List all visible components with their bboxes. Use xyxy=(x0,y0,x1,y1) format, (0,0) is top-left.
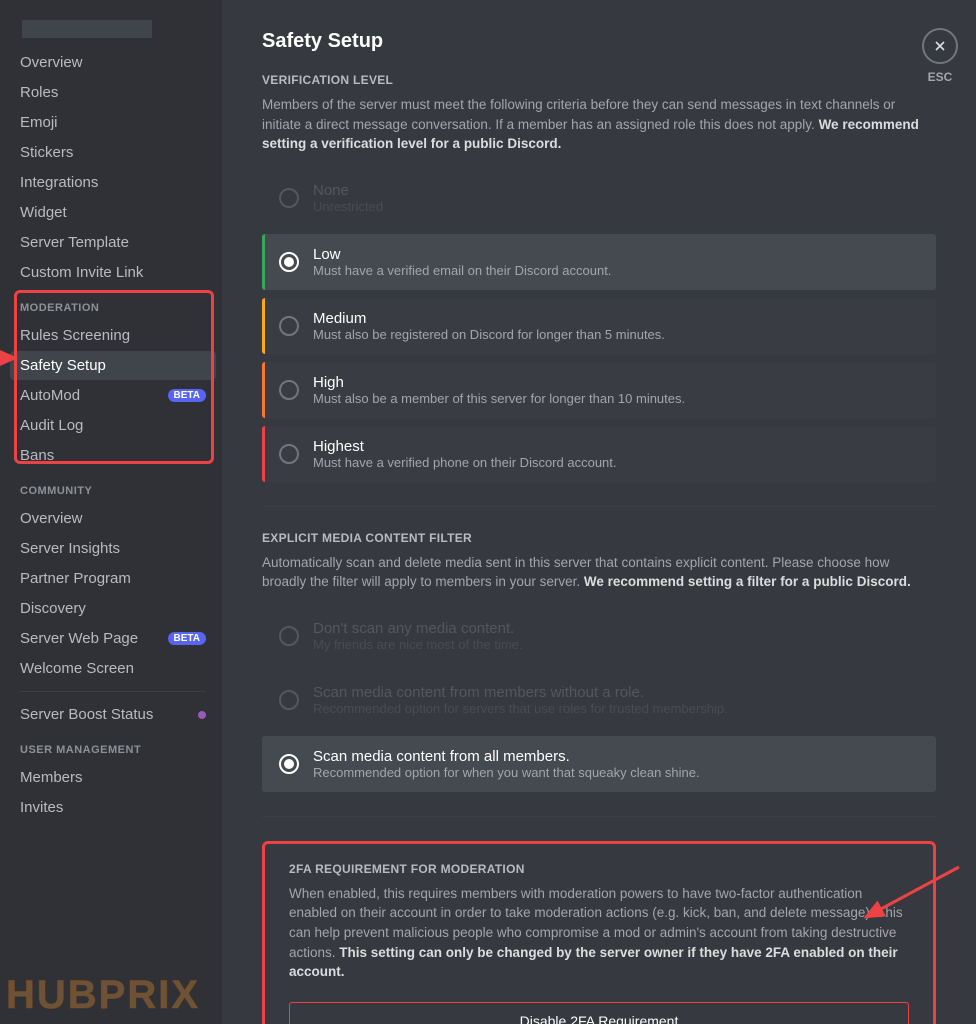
sidebar-heading-user-management: USER MANAGEMENT xyxy=(10,730,216,762)
settings-content: ESC Safety Setup VERIFICATION LEVEL Memb… xyxy=(222,0,976,1024)
sidebar-item-stickers[interactable]: Stickers xyxy=(10,138,216,167)
sidebar-item-invites[interactable]: Invites xyxy=(10,793,216,822)
sidebar-item-rules-screening[interactable]: Rules Screening xyxy=(10,321,216,350)
page-title: Safety Setup xyxy=(262,30,936,53)
explicit-option-members-without-role[interactable]: Scan media content from members without … xyxy=(262,672,936,728)
esc-label: ESC xyxy=(928,70,953,84)
section-divider xyxy=(262,816,936,817)
sidebar-item-server-boost[interactable]: Server Boost Status xyxy=(10,700,216,729)
explicit-option-none[interactable]: Don't scan any media content. My friends… xyxy=(262,608,936,664)
explicit-description: Automatically scan and delete media sent… xyxy=(262,553,936,592)
radio-icon xyxy=(279,626,299,646)
sidebar-item-server-template[interactable]: Server Template xyxy=(10,228,216,257)
sidebar-item-emoji[interactable]: Emoji xyxy=(10,108,216,137)
verification-heading: VERIFICATION LEVEL xyxy=(262,73,936,87)
explicit-option-all-members[interactable]: Scan media content from all members. Rec… xyxy=(262,736,936,792)
verification-option-medium[interactable]: Medium Must also be registered on Discor… xyxy=(262,298,936,354)
sidebar-item-integrations[interactable]: Integrations xyxy=(10,168,216,197)
radio-icon xyxy=(279,754,299,774)
beta-badge: BETA xyxy=(168,632,206,645)
sidebar-item-widget[interactable]: Widget xyxy=(10,198,216,227)
sidebar-item-custom-invite-link[interactable]: Custom Invite Link xyxy=(10,258,216,287)
sidebar-heading-community: COMMUNITY xyxy=(10,471,216,503)
radio-icon xyxy=(279,316,299,336)
sidebar-item-partner-program[interactable]: Partner Program xyxy=(10,564,216,593)
arrow-annotation-left xyxy=(0,350,18,366)
close-button[interactable] xyxy=(922,28,958,64)
disable-2fa-button[interactable]: Disable 2FA Requirement xyxy=(289,1002,909,1024)
radio-icon xyxy=(279,252,299,272)
sidebar-divider xyxy=(20,691,206,692)
radio-icon xyxy=(279,188,299,208)
close-icon xyxy=(932,38,948,54)
section-divider xyxy=(262,506,936,507)
explicit-heading: EXPLICIT MEDIA CONTENT FILTER xyxy=(262,531,936,545)
sidebar-item-discovery[interactable]: Discovery xyxy=(10,594,216,623)
server-name-placeholder xyxy=(22,20,152,38)
radio-icon xyxy=(279,380,299,400)
radio-icon xyxy=(279,690,299,710)
sidebar-item-community-overview[interactable]: Overview xyxy=(10,504,216,533)
radio-icon xyxy=(279,444,299,464)
sidebar-heading-moderation: MODERATION xyxy=(10,288,216,320)
verification-description: Members of the server must meet the foll… xyxy=(262,95,936,154)
sidebar-item-members[interactable]: Members xyxy=(10,763,216,792)
mfa-heading: 2FA REQUIREMENT FOR MODERATION xyxy=(289,862,909,876)
beta-badge: BETA xyxy=(168,389,206,402)
boost-indicator-icon xyxy=(198,711,206,719)
mfa-highlight-box: 2FA REQUIREMENT FOR MODERATION When enab… xyxy=(262,841,936,1024)
settings-sidebar: Overview Roles Emoji Stickers Integratio… xyxy=(0,0,222,1024)
sidebar-item-welcome-screen[interactable]: Welcome Screen xyxy=(10,654,216,683)
sidebar-item-overview[interactable]: Overview xyxy=(10,48,216,77)
verification-option-highest[interactable]: Highest Must have a verified phone on th… xyxy=(262,426,936,482)
sidebar-item-server-web-page[interactable]: Server Web PageBETA xyxy=(10,624,216,653)
sidebar-item-audit-log[interactable]: Audit Log xyxy=(10,411,216,440)
verification-option-high[interactable]: High Must also be a member of this serve… xyxy=(262,362,936,418)
mfa-description: When enabled, this requires members with… xyxy=(289,884,909,982)
sidebar-item-server-insights[interactable]: Server Insights xyxy=(10,534,216,563)
sidebar-item-roles[interactable]: Roles xyxy=(10,78,216,107)
sidebar-item-bans[interactable]: Bans xyxy=(10,441,216,470)
verification-option-low[interactable]: Low Must have a verified email on their … xyxy=(262,234,936,290)
verification-option-none[interactable]: None Unrestricted xyxy=(262,170,936,226)
sidebar-item-automod[interactable]: AutoModBETA xyxy=(10,381,216,410)
sidebar-item-safety-setup[interactable]: Safety Setup xyxy=(10,351,216,380)
